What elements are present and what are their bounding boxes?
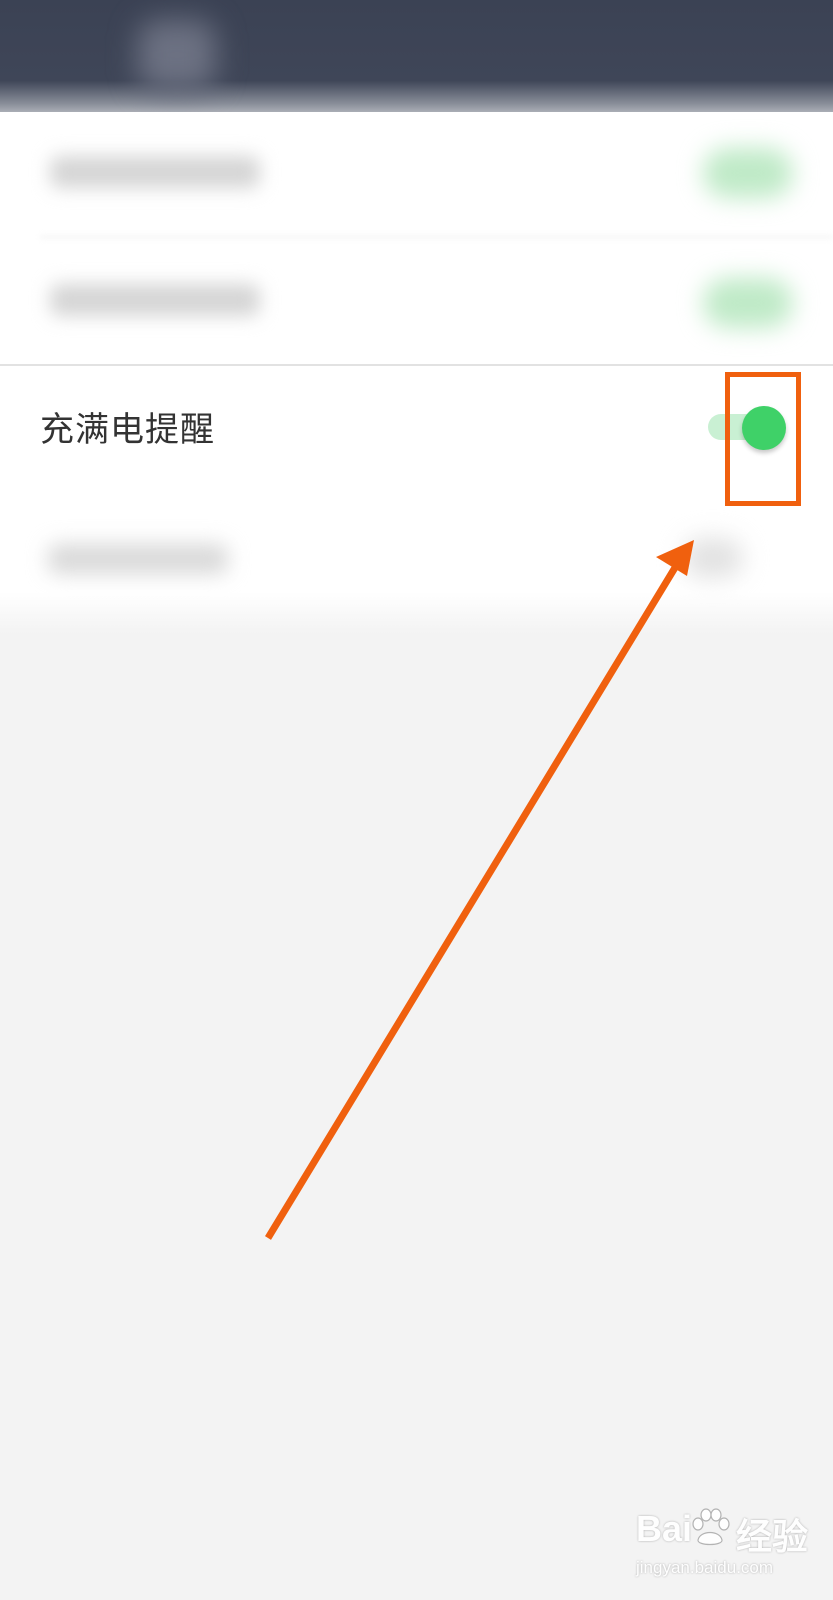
blurred-setting-row (0, 238, 833, 364)
setting-label: 充满电提醒 (40, 410, 215, 450)
blurred-setting-row-below (0, 494, 833, 634)
blurred-settings-list (0, 112, 833, 364)
blurred-toggle[interactable] (703, 148, 793, 198)
blurred-toggle[interactable] (683, 538, 743, 578)
setting-row-charge-full-reminder: 充满电提醒 (0, 364, 833, 496)
annotation-highlight-box (725, 372, 801, 506)
blurred-setting-label (50, 284, 260, 316)
paw-icon (692, 1508, 730, 1546)
back-button-blurred[interactable] (138, 20, 216, 90)
arrow-shaft (265, 564, 679, 1240)
watermark-url: jingyan.baidu.com (636, 1558, 774, 1577)
blurred-setting-label (50, 156, 260, 188)
baidu-jingyan-watermark: Bai 经验 jingyan.baidu.com (636, 1508, 816, 1588)
blurred-setting-label (48, 544, 228, 574)
app-header (0, 0, 833, 130)
watermark-brand-right: 经验 (736, 1516, 809, 1557)
watermark-brand-left: Bai (636, 1508, 693, 1549)
blurred-toggle[interactable] (703, 278, 793, 328)
blurred-setting-row (0, 112, 833, 238)
